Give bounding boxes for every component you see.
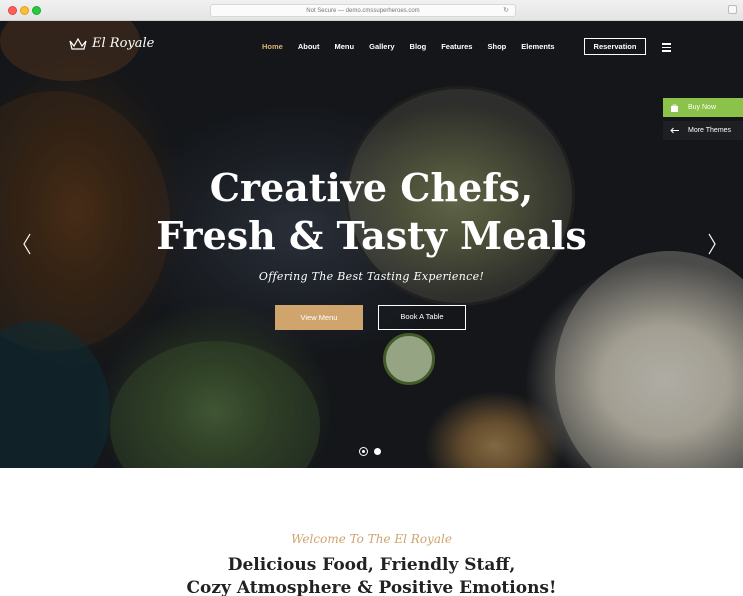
close-window-button[interactable]	[8, 6, 17, 15]
welcome-heading-line1: Delicious Food, Friendly Staff,	[227, 555, 516, 575]
nav-item-gallery[interactable]: Gallery	[369, 42, 394, 51]
menu-icon[interactable]	[662, 43, 671, 52]
maximize-window-button[interactable]	[32, 6, 41, 15]
nav-item-home[interactable]: Home	[262, 42, 283, 51]
chevron-right-icon[interactable]	[707, 233, 717, 255]
nav-item-elements[interactable]: Elements	[521, 42, 554, 51]
nav-item-about[interactable]: About	[298, 42, 320, 51]
arrow-left-icon	[670, 127, 679, 134]
logo-text: El Royale	[92, 36, 155, 51]
buy-now-label: Buy Now	[688, 104, 717, 111]
nav-item-shop[interactable]: Shop	[487, 42, 506, 51]
browser-toolbar: Not Secure — demo.cmssuperheroes.com ↻	[0, 0, 743, 21]
hero-subtitle: Offering The Best Tasting Experience!	[258, 270, 485, 283]
buy-now-button[interactable]: Buy Now	[663, 98, 743, 117]
more-themes-label: More Themes	[688, 127, 732, 134]
nav-item-menu[interactable]: Menu	[335, 42, 355, 51]
main-nav: Home About Menu Gallery Blog Features Sh…	[262, 42, 570, 51]
crown-icon	[69, 37, 87, 50]
slider-dot-2[interactable]	[374, 448, 381, 455]
new-tab-button[interactable]	[728, 5, 737, 14]
reload-icon[interactable]: ↻	[503, 5, 509, 17]
address-bar[interactable]: Not Secure — demo.cmssuperheroes.com ↻	[210, 4, 516, 17]
chevron-left-icon[interactable]	[22, 233, 32, 255]
view-menu-button[interactable]: View Menu	[275, 305, 363, 330]
welcome-heading-line2: Cozy Atmosphere & Positive Emotions!	[186, 578, 557, 596]
welcome-section: Welcome To The El Royale Delicious Food,…	[0, 468, 743, 596]
more-themes-button[interactable]: More Themes	[663, 121, 743, 140]
welcome-script: Welcome To The El Royale	[291, 532, 452, 546]
hero-title-line1: Creative Chefs,	[209, 165, 534, 210]
cart-icon	[671, 104, 678, 112]
slider-dot-1[interactable]	[359, 447, 368, 456]
nav-item-blog[interactable]: Blog	[410, 42, 427, 51]
address-bar-text: Not Secure — demo.cmssuperheroes.com	[306, 8, 420, 14]
slider-dots	[359, 447, 381, 456]
reservation-button[interactable]: Reservation	[584, 38, 646, 55]
book-table-button[interactable]: Book A Table	[378, 305, 466, 330]
site-logo[interactable]: El Royale	[69, 36, 154, 51]
minimize-window-button[interactable]	[20, 6, 29, 15]
hero-title-line2: Fresh & Tasty Meals	[156, 213, 587, 258]
nav-item-features[interactable]: Features	[441, 42, 472, 51]
